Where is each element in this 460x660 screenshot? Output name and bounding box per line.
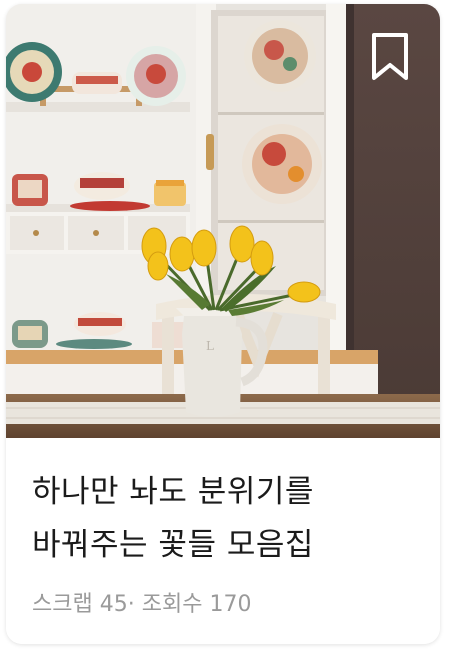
bookmark-icon[interactable] xyxy=(370,32,410,82)
card-body: 하나만 놔도 분위기를 바꿔주는 꽃들 모음집 스크랩 45· 조회수 170 xyxy=(6,438,440,644)
views-label: 조회수 xyxy=(141,592,203,617)
card-photo[interactable]: L xyxy=(6,4,440,438)
stats-separator: · xyxy=(127,592,135,617)
scrap-count: 45 xyxy=(99,592,128,617)
views-count: 170 xyxy=(209,592,252,617)
card-title[interactable]: 하나만 놔도 분위기를 바꿔주는 꽃들 모음집 xyxy=(32,466,412,572)
svg-text:L: L xyxy=(206,339,214,353)
scrap-label: 스크랩 xyxy=(32,592,93,617)
card-stats: 스크랩 45· 조회수 170 xyxy=(32,586,251,618)
content-card[interactable]: L 하나만 놔도 분위기를 바꿔주는 꽃들 모음집 스크랩 45· 조회수 17… xyxy=(6,4,440,644)
